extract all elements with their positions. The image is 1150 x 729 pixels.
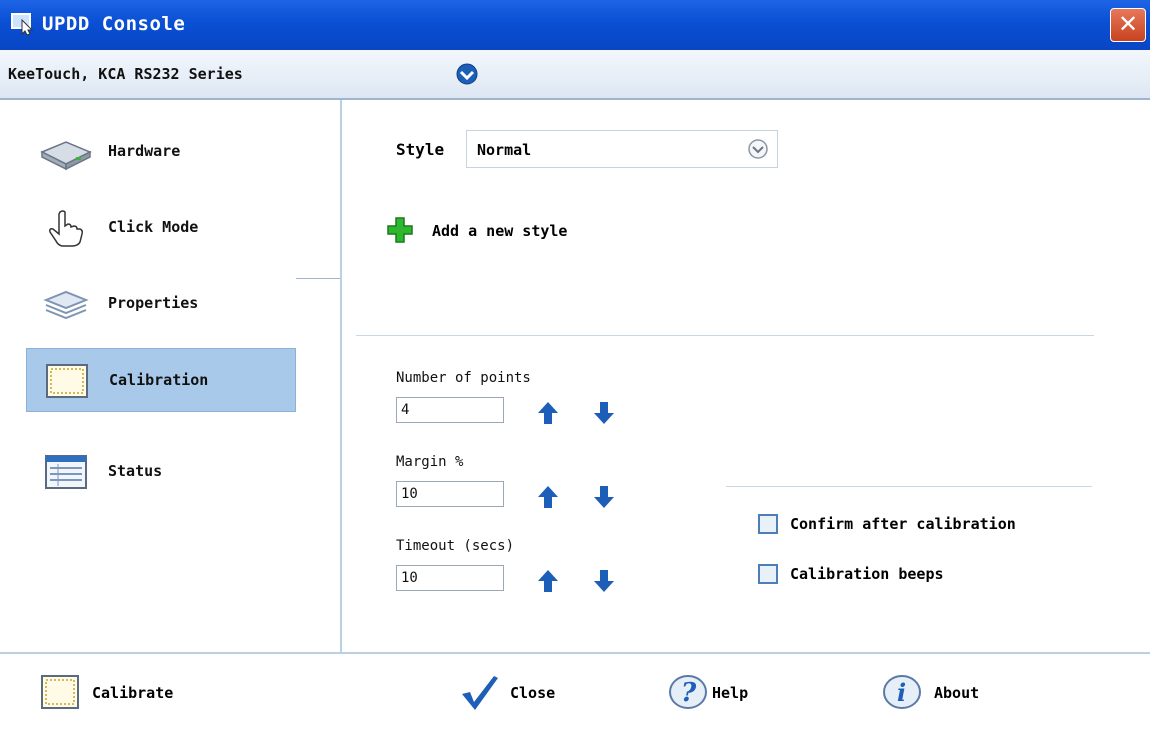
close-label: Close [510,684,556,702]
hardware-icon [40,141,92,171]
checkmark-icon [462,676,498,710]
device-bar: KeeTouch, KCA RS232 Series [0,50,1150,100]
confirm-after-calibration-checkbox[interactable] [758,514,778,534]
timeout-down-arrow-icon[interactable] [592,568,616,594]
info-icon: i [883,675,921,709]
about-label: About [934,684,980,702]
style-label: Style [396,140,445,159]
bottom-toolbar: Calibrate Close ? Help i About [0,652,1150,729]
window-close-button[interactable]: ✕ [1110,8,1146,42]
points-up-arrow-icon[interactable] [536,400,560,426]
help-icon: ? [669,675,707,709]
points-label: Number of points [396,370,531,386]
help-label: Help [712,684,749,702]
sidebar: Hardware Click Mode Properties Calibrati… [0,100,342,652]
window-title: UPDD Console [42,13,186,35]
sidebar-item-label: Calibration [109,371,209,389]
calibrate-button[interactable]: Calibrate [40,672,220,712]
sidebar-item-label: Hardware [108,142,181,160]
calibration-beeps-label: Calibration beeps [790,565,944,583]
close-button[interactable]: Close [458,672,588,712]
margin-input[interactable] [396,481,504,507]
plus-icon [387,217,413,243]
points-input[interactable] [396,397,504,423]
options-divider [726,486,1092,487]
timeout-up-arrow-icon[interactable] [536,568,560,594]
device-name: KeeTouch, KCA RS232 Series [8,65,243,83]
margin-label: Margin % [396,454,464,470]
calibration-beeps-checkbox[interactable] [758,564,778,584]
points-down-arrow-icon[interactable] [592,400,616,426]
status-icon [45,455,87,489]
title-bar: UPDD Console ✕ [0,0,1150,50]
svg-text:i: i [897,678,906,707]
svg-text:?: ? [681,678,697,708]
sidebar-item-label: Properties [108,294,199,312]
sidebar-item-label: Click Mode [108,218,199,236]
timeout-label: Timeout (secs) [396,538,515,554]
calibration-icon [46,364,88,398]
style-select[interactable]: Normal [466,130,778,168]
sidebar-item-properties[interactable]: Properties [26,272,294,334]
timeout-input[interactable] [396,565,504,591]
section-divider [356,335,1094,336]
app-icon [11,13,34,36]
margin-up-arrow-icon[interactable] [536,484,560,510]
help-button[interactable]: ? Help [668,672,788,712]
style-selected-value: Normal [477,141,532,159]
sidebar-item-calibration[interactable]: Calibration [26,348,296,412]
sidebar-item-status[interactable]: Status [26,440,294,502]
active-connector-line [296,278,340,279]
chevron-down-icon[interactable] [747,138,769,160]
calibrate-label: Calibrate [92,684,174,702]
layers-icon [43,290,89,320]
device-dropdown-icon[interactable] [455,62,479,86]
calibration-icon [41,675,79,709]
margin-down-arrow-icon[interactable] [592,484,616,510]
sidebar-item-click-mode[interactable]: Click Mode [26,196,294,258]
about-button[interactable]: i About [882,672,1012,712]
add-style-label: Add a new style [432,222,568,240]
confirm-after-calibration-label: Confirm after calibration [790,515,1016,533]
hand-pointer-icon [49,210,83,247]
sidebar-item-hardware[interactable]: Hardware [26,120,294,182]
sidebar-item-label: Status [108,462,163,480]
